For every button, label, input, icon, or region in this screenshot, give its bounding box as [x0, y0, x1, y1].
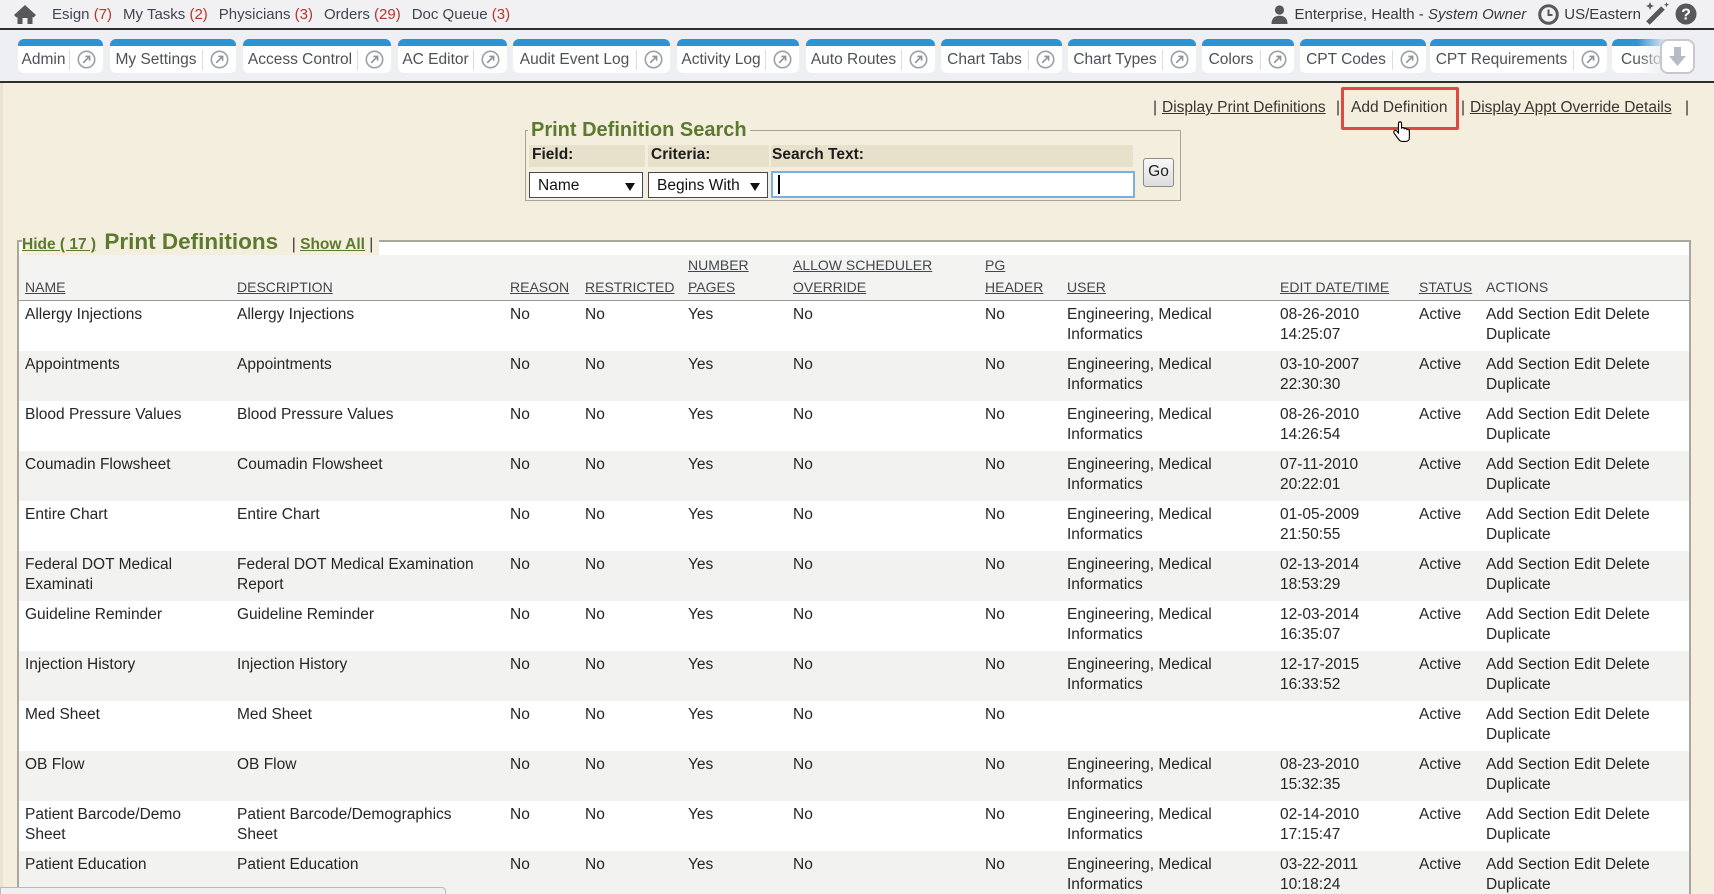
svg-text:?: ? [1681, 7, 1691, 24]
